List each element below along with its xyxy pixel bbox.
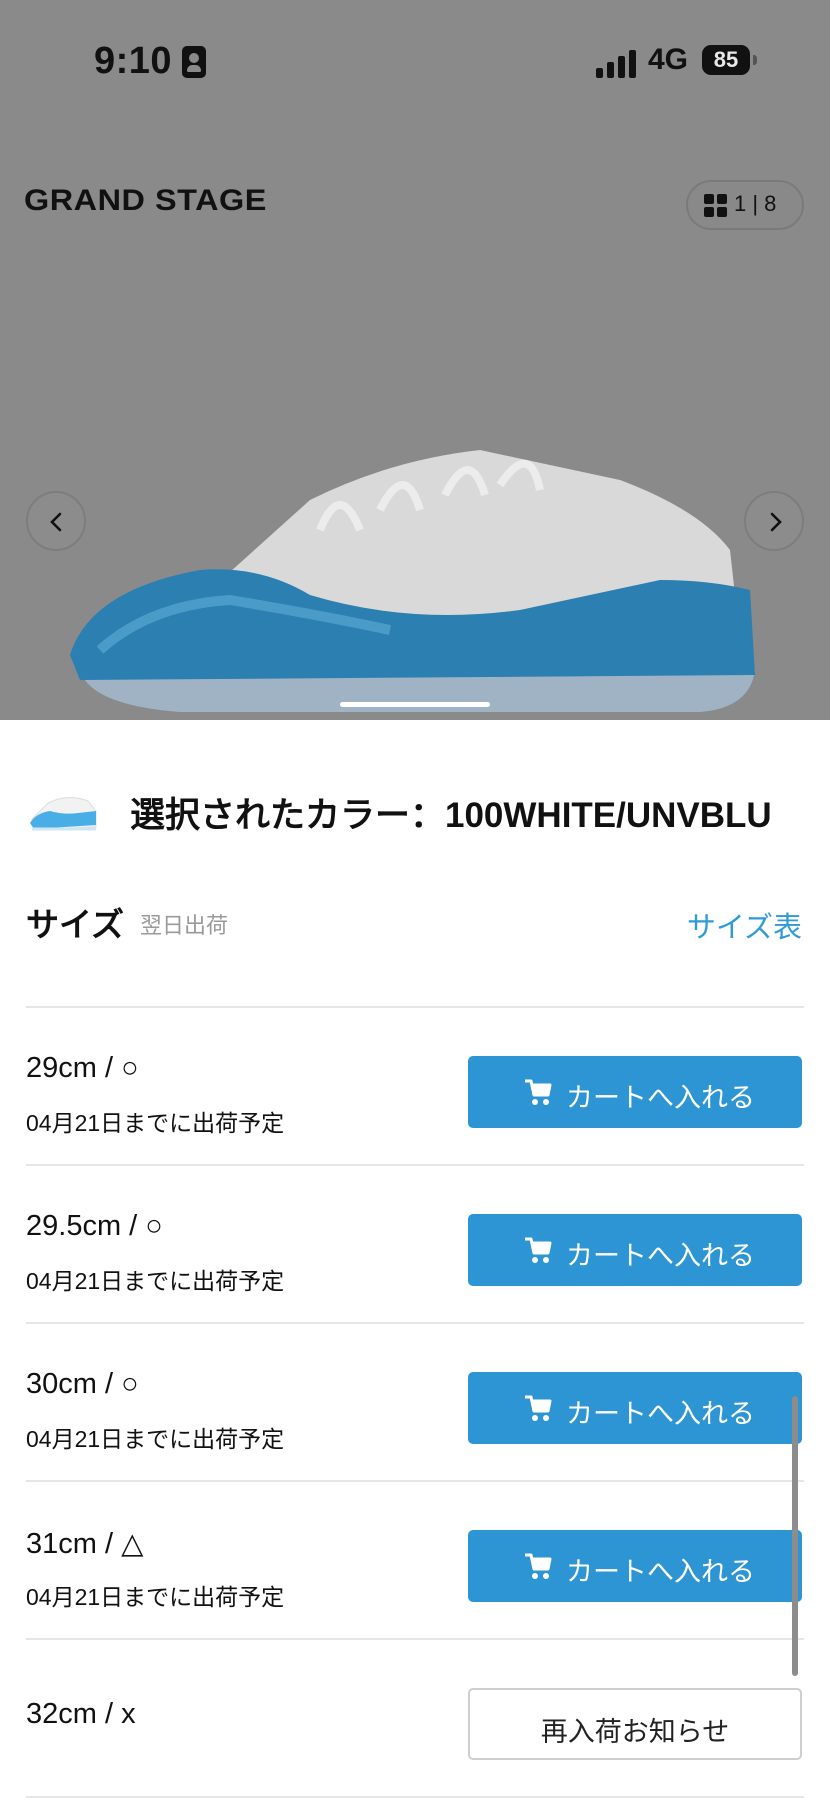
restock-notify-button[interactable]: 再入荷お知らせ xyxy=(468,1688,802,1760)
size-value: 31cm / △ xyxy=(26,1528,144,1560)
size-row: 31cm / △ 04月21日までに出荷予定 カートへ入れる xyxy=(0,1482,830,1640)
cart-icon xyxy=(525,1237,552,1263)
brand-logo[interactable]: GRAND STAGE xyxy=(24,184,267,218)
add-to-cart-label: カートへ入れる xyxy=(566,1557,755,1587)
battery-tip xyxy=(753,55,757,65)
scrollbar[interactable] xyxy=(792,1396,798,1676)
size-value: 29cm / ○ xyxy=(26,1052,139,1084)
battery-icon: 85 xyxy=(702,45,750,75)
size-header: サイズ 翌日出荷 サイズ表 xyxy=(0,890,830,950)
ship-date: 04月21日までに出荷予定 xyxy=(26,1110,285,1136)
size-row: 29cm / ○ 04月21日までに出荷予定 カートへ入れる xyxy=(0,1008,830,1166)
chevron-right-icon xyxy=(770,512,782,532)
size-value: 32cm / x xyxy=(26,1698,136,1730)
selected-color-row: 選択されたカラー：100WHITE/UNVBLU xyxy=(0,775,830,845)
next-image-button[interactable] xyxy=(744,491,804,551)
restock-notify-label: 再入荷お知らせ xyxy=(540,1717,730,1747)
cart-icon xyxy=(525,1079,552,1105)
next-day-shipping-note: 翌日出荷 xyxy=(140,913,229,938)
size-row: 30cm / ○ 04月21日までに出荷予定 カートへ入れる xyxy=(0,1324,830,1482)
cart-icon xyxy=(525,1553,552,1579)
add-to-cart-button[interactable]: カートへ入れる xyxy=(468,1056,802,1128)
add-to-cart-label: カートへ入れる xyxy=(566,1399,755,1429)
signal-icon xyxy=(596,50,638,78)
add-to-cart-button[interactable]: カートへ入れる xyxy=(468,1372,802,1444)
home-indicator xyxy=(340,702,490,707)
size-title: サイズ xyxy=(26,906,125,943)
ship-date: 04月21日までに出荷予定 xyxy=(26,1584,285,1610)
id-card-icon xyxy=(182,46,206,78)
chevron-left-icon xyxy=(50,512,62,532)
add-to-cart-button[interactable]: カートへ入れる xyxy=(468,1214,802,1286)
size-row: 32cm / x 再入荷お知らせ xyxy=(0,1640,830,1798)
network-type: 4G xyxy=(648,43,689,76)
ship-date: 04月21日までに出荷予定 xyxy=(26,1426,285,1452)
product-image[interactable] xyxy=(60,440,780,720)
product-gallery: 9:10 4G 85 GRAND STAGE 1 | 8 xyxy=(0,0,830,720)
size-value: 29.5cm / ○ xyxy=(26,1210,163,1242)
size-selection-sheet: 選択されたカラー：100WHITE/UNVBLU サイズ 翌日出荷 サイズ表 2… xyxy=(0,720,830,1799)
selected-color-label: 選択されたカラー：100WHITE/UNVBLU xyxy=(130,796,772,835)
add-to-cart-label: カートへ入れる xyxy=(566,1241,755,1271)
prev-image-button[interactable] xyxy=(26,491,86,551)
ship-date: 04月21日までに出荷予定 xyxy=(26,1268,285,1294)
gallery-counter-button[interactable]: 1 | 8 xyxy=(686,180,804,230)
add-to-cart-button[interactable]: カートへ入れる xyxy=(468,1530,802,1602)
size-chart-link[interactable]: サイズ表 xyxy=(687,904,802,946)
status-time: 9:10 xyxy=(94,40,173,82)
size-value: 30cm / ○ xyxy=(26,1368,139,1400)
gallery-counter-text: 1 | 8 xyxy=(734,191,777,216)
divider xyxy=(26,1796,804,1798)
add-to-cart-label: カートへ入れる xyxy=(566,1083,755,1113)
cart-icon xyxy=(525,1395,552,1421)
size-row: 29.5cm / ○ 04月21日までに出荷予定 カートへ入れる xyxy=(0,1166,830,1324)
status-bar: 9:10 4G 85 xyxy=(0,0,830,120)
grid-icon xyxy=(704,194,728,218)
color-thumbnail xyxy=(30,797,97,831)
